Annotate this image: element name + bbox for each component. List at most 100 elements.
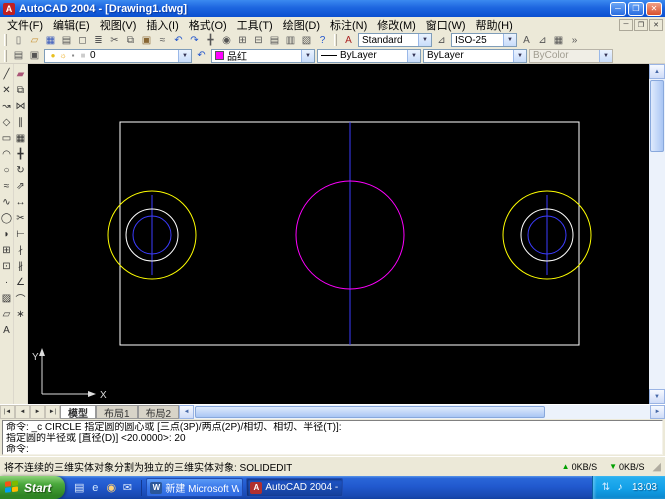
array-icon[interactable]: ▦ — [14, 130, 27, 146]
spline-icon[interactable]: ∿ — [0, 194, 13, 210]
rotate-icon[interactable]: ↻ — [14, 162, 27, 178]
menu-item-7[interactable]: 标注(N) — [325, 17, 372, 33]
zoom-window-icon[interactable]: ⊞ — [235, 33, 250, 47]
copy-clip-icon[interactable]: ⧉ — [123, 33, 138, 47]
region-icon[interactable]: ▱ — [0, 306, 13, 322]
properties-icon[interactable]: ▤ — [267, 33, 282, 47]
hatch-icon[interactable]: ▨ — [0, 290, 13, 306]
layer-previous-icon[interactable]: ↶ — [194, 49, 209, 63]
paste-icon[interactable]: ▣ — [139, 33, 154, 47]
close-button[interactable]: ✕ — [646, 2, 662, 16]
insert-block-icon[interactable]: ⊞ — [0, 242, 13, 258]
polygon-icon[interactable]: ◇ — [0, 114, 13, 130]
start-button[interactable]: Start — [0, 476, 65, 499]
match-properties-icon[interactable]: ≈ — [155, 33, 170, 47]
open-icon[interactable]: ▱ — [27, 33, 42, 47]
qnew-icon[interactable]: ▯ — [11, 33, 26, 47]
zoom-previous-icon[interactable]: ⊟ — [251, 33, 266, 47]
maximize-button[interactable]: ❐ — [628, 2, 644, 16]
point-icon[interactable]: · — [0, 274, 13, 290]
help-icon[interactable]: ? — [315, 33, 330, 47]
break-icon[interactable]: ∦ — [14, 258, 27, 274]
ucs-x-arrow-icon[interactable] — [88, 391, 96, 397]
resize-grip-icon[interactable]: ◢ — [653, 460, 661, 473]
dim-style-icon[interactable]: ⊿ — [434, 33, 449, 47]
plot-icon[interactable]: ▤ — [59, 33, 74, 47]
tab-first-icon[interactable]: |◄ — [0, 405, 15, 419]
drawing-canvas[interactable]: YX — [28, 64, 649, 404]
volume-icon[interactable]: ♪ — [613, 481, 627, 495]
ucs-y-label[interactable]: Y — [32, 352, 39, 363]
ellipse-arc-icon[interactable]: ◗ — [0, 226, 13, 242]
lock-icon[interactable]: ▪ — [68, 50, 78, 62]
mdi-minimize-button[interactable]: ─ — [619, 19, 633, 31]
save-icon[interactable]: ▦ — [43, 33, 58, 47]
layer-properties-icon[interactable]: ▤ — [11, 49, 26, 63]
command-history[interactable]: 命令: _c CIRCLE 指定圆的圆心或 [三点(3P)/两点(2P)/相切、… — [2, 420, 663, 455]
dim-edit-icon[interactable]: ⊿ — [535, 33, 550, 47]
dim-style-dropdown[interactable]: ISO-25 ▼ — [451, 33, 517, 47]
mirror-icon[interactable]: ⋈ — [14, 98, 27, 114]
menu-item-3[interactable]: 插入(I) — [141, 17, 183, 33]
toolbar-grip[interactable] — [334, 34, 337, 46]
vertical-scrollbar[interactable]: ▲ ▼ — [649, 64, 665, 404]
network-icon[interactable]: ⇅ — [599, 481, 613, 495]
mtext-tool-icon[interactable]: A — [519, 33, 534, 47]
circle-icon[interactable]: ○ — [0, 162, 13, 178]
scroll-up-icon[interactable]: ▲ — [649, 64, 665, 79]
table-style-icon[interactable]: ▦ — [551, 33, 566, 47]
tab-模型[interactable]: 模型 — [60, 405, 96, 419]
arc-icon[interactable]: ◠ — [0, 146, 13, 162]
rectangle-icon[interactable]: ▭ — [0, 130, 13, 146]
line-icon[interactable]: ╱ — [0, 66, 13, 82]
menu-item-0[interactable]: 文件(F) — [2, 17, 48, 33]
designcenter-icon[interactable]: ▥ — [283, 33, 298, 47]
text-style-dropdown[interactable]: Standard ▼ — [358, 33, 432, 47]
scroll-left-icon[interactable]: ◄ — [179, 405, 194, 419]
polyline-icon[interactable]: ↝ — [0, 98, 13, 114]
chamfer-icon[interactable]: ∠ — [14, 274, 27, 290]
layer-color-swatch-icon[interactable]: ■ — [78, 50, 88, 62]
horizontal-scrollbar[interactable]: ◄ ► — [179, 405, 665, 419]
mdi-close-button[interactable]: ✕ — [649, 19, 663, 31]
scroll-down-icon[interactable]: ▼ — [649, 389, 665, 404]
bulb-icon[interactable]: ● — [48, 50, 58, 62]
extend-icon[interactable]: ⊢ — [14, 226, 27, 242]
erase-icon[interactable]: ▰ — [14, 66, 27, 82]
mdi-restore-button[interactable]: ❐ — [634, 19, 648, 31]
explode-icon[interactable]: ∗ — [14, 306, 27, 322]
undo-icon[interactable]: ↶ — [171, 33, 186, 47]
menu-item-10[interactable]: 帮助(H) — [471, 17, 518, 33]
layer-dropdown[interactable]: ●☼▪■ 0 ▼ — [44, 49, 192, 63]
media-player-icon[interactable]: ◉ — [103, 480, 119, 496]
menu-item-1[interactable]: 编辑(E) — [48, 17, 95, 33]
layers-icon[interactable]: ▣ — [27, 49, 42, 63]
task-autocad[interactable]: AAutoCAD 2004 - [Dra... — [246, 478, 343, 497]
tab-布局2[interactable]: 布局2 — [138, 405, 180, 419]
more-styles-icon[interactable]: » — [567, 33, 582, 47]
outlook-icon[interactable]: ✉ — [119, 480, 135, 496]
tab-next-icon[interactable]: ► — [30, 405, 45, 419]
trim-icon[interactable]: ✂ — [14, 210, 27, 226]
minimize-button[interactable]: ─ — [610, 2, 626, 16]
menu-item-5[interactable]: 工具(T) — [232, 17, 278, 33]
scale-icon[interactable]: ⇗ — [14, 178, 27, 194]
redo-icon[interactable]: ↷ — [187, 33, 202, 47]
sun-icon[interactable]: ☼ — [58, 50, 68, 62]
horizontal-scrollbar-thumb[interactable] — [195, 406, 545, 418]
menu-item-9[interactable]: 窗口(W) — [421, 17, 471, 33]
tool-palettes-icon[interactable]: ▧ — [299, 33, 314, 47]
stretch-icon[interactable]: ↔ — [14, 194, 27, 210]
ucs-y-arrow-icon[interactable] — [39, 348, 45, 356]
vertical-scrollbar-track[interactable] — [649, 153, 665, 389]
tab-布局1[interactable]: 布局1 — [96, 405, 138, 419]
ucs-x-label[interactable]: X — [100, 390, 107, 401]
ellipse-icon[interactable]: ◯ — [0, 210, 13, 226]
menu-item-4[interactable]: 格式(O) — [184, 17, 232, 33]
toolbar-grip[interactable] — [4, 50, 7, 62]
pan-icon[interactable]: ╋ — [203, 33, 218, 47]
publish-icon[interactable]: ≣ — [91, 33, 106, 47]
cut-icon[interactable]: ✂ — [107, 33, 122, 47]
text-style-icon[interactable]: A — [341, 33, 356, 47]
lineweight-dropdown[interactable]: ByLayer ▼ — [423, 49, 527, 63]
